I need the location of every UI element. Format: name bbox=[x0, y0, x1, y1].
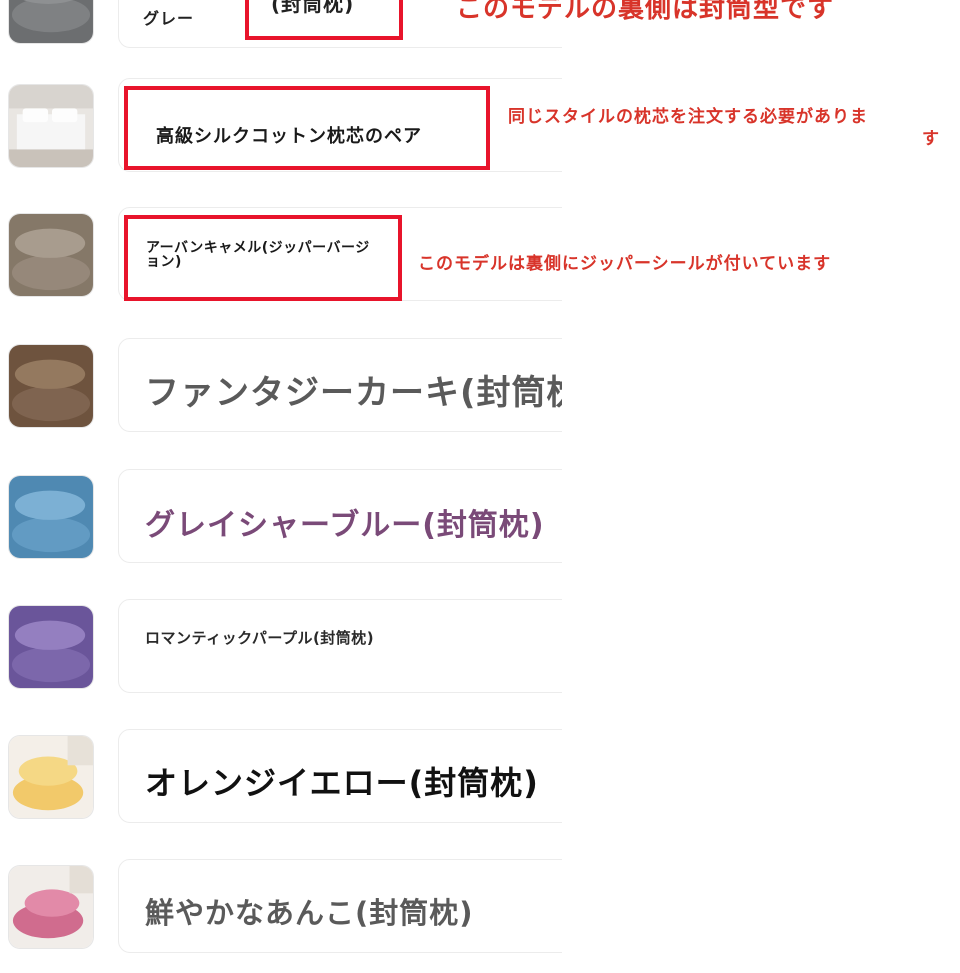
option-row-blue[interactable]: グレイシャーブルー(封筒枕) bbox=[0, 469, 960, 583]
option-label: 高級シルクコットン枕芯のペア bbox=[156, 126, 422, 147]
blue-pillow-icon bbox=[8, 475, 94, 559]
option-label: 鮮やかなあんこ(封筒枕) bbox=[145, 896, 474, 930]
highlight-box: 高級シルクコットン枕芯のペア bbox=[124, 86, 490, 170]
gray-pillow-icon bbox=[8, 0, 94, 44]
highlight-box: アーバンキャメル(ジッパーバージョン) bbox=[124, 215, 402, 301]
partial-label: (封筒枕) bbox=[271, 0, 355, 16]
option-card[interactable]: ロマンティックパープル(封筒枕) bbox=[118, 599, 562, 693]
option-card[interactable]: オレンジイエロー(封筒枕) bbox=[118, 729, 562, 823]
option-label: グレー bbox=[143, 9, 195, 28]
annotation-envelope-note: このモデルの裏側は封筒型です bbox=[456, 0, 835, 24]
bed-photo-icon bbox=[8, 84, 94, 168]
yellow-pillow-icon bbox=[8, 735, 94, 819]
option-card[interactable]: グレイシャーブルー(封筒枕) bbox=[118, 469, 562, 563]
option-card[interactable]: ファンタジーカーキ(封筒枕) bbox=[118, 338, 562, 432]
pink-pillow-icon bbox=[8, 865, 94, 949]
option-row-khaki[interactable]: ファンタジーカーキ(封筒枕) bbox=[0, 338, 960, 452]
purple-pillow-icon bbox=[8, 605, 94, 689]
option-row-yellow[interactable]: オレンジイエロー(封筒枕) bbox=[0, 729, 960, 843]
option-label: ファンタジーカーキ(封筒枕) bbox=[145, 373, 562, 413]
option-label: グレイシャーブルー(封筒枕) bbox=[145, 508, 545, 543]
option-label: ロマンティックパープル(封筒枕) bbox=[145, 629, 375, 647]
option-card[interactable]: 鮮やかなあんこ(封筒枕) bbox=[118, 859, 562, 953]
khaki-pillow-icon bbox=[8, 344, 94, 428]
highlight-box: (封筒枕) bbox=[245, 0, 403, 40]
option-row-purple[interactable]: ロマンティックパープル(封筒枕) bbox=[0, 599, 960, 713]
annotation-pillow-core-note-cont: す bbox=[922, 129, 940, 149]
camel-pillow-icon bbox=[8, 213, 94, 297]
annotation-zipper-note: このモデルは裏側にジッパーシールが付いています bbox=[418, 254, 832, 274]
option-label: アーバンキャメル(ジッパーバージョン) bbox=[146, 240, 370, 270]
annotation-pillow-core-note: 同じスタイルの枕芯を注文する必要がありま bbox=[508, 107, 868, 127]
option-label: オレンジイエロー(封筒枕) bbox=[145, 764, 539, 802]
option-row-pink[interactable]: 鮮やかなあんこ(封筒枕) bbox=[0, 859, 960, 973]
